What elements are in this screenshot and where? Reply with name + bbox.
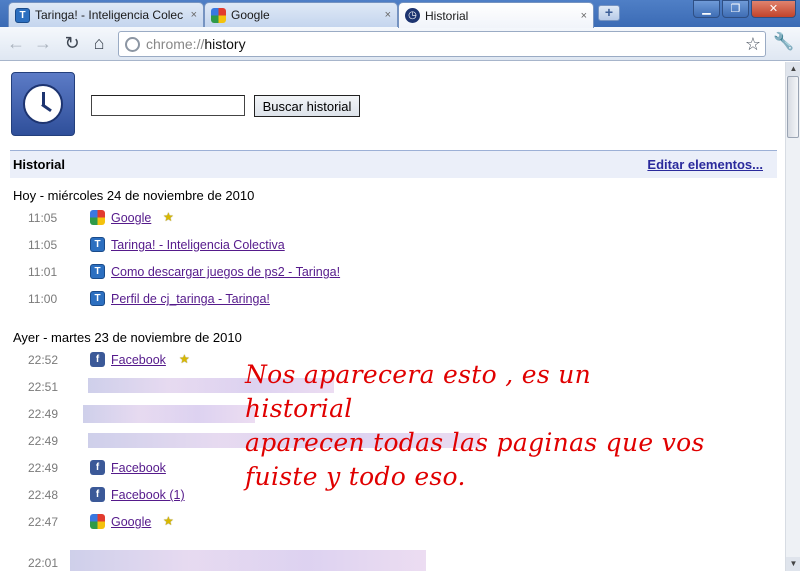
entry-time: 11:01 [28, 265, 58, 279]
minimize-button[interactable]: ▁ [693, 0, 720, 18]
home-icon[interactable]: ⌂ [89, 33, 109, 53]
close-window-button[interactable]: ✕ [751, 0, 796, 18]
clock-icon: ◷ [405, 8, 420, 23]
window-controls: ▁ ❐ ✕ [691, 0, 796, 18]
entry-time: 22:51 [28, 380, 59, 394]
starred-icon[interactable]: ★ [163, 514, 174, 528]
scroll-down-icon[interactable]: ▼ [786, 557, 800, 571]
history-section-header: Historial Editar elementos... [10, 150, 777, 178]
tab-label: Historial [425, 8, 469, 23]
tab-google[interactable]: Google × [204, 2, 398, 27]
bookmark-star-icon[interactable]: ☆ [745, 34, 761, 55]
title-bar: T Taringa! - Inteligencia Colec × Google… [0, 0, 800, 28]
search-history-input[interactable] [91, 95, 245, 116]
entry-link[interactable]: Google [111, 515, 151, 529]
entry-time: 11:05 [28, 238, 58, 252]
globe-icon [125, 36, 140, 52]
tab-close-icon[interactable]: × [581, 10, 587, 22]
entry-time: 22:49 [28, 434, 59, 448]
annotation-line: Nos aparecera esto , es un historial [245, 360, 591, 423]
entry-time: 11:00 [28, 292, 58, 306]
taringa-icon: T [15, 7, 30, 23]
browser-toolbar: ← → ↻ ⌂ chrome:// history ☆ 🔧 [0, 27, 800, 61]
entry-time: 11:05 [28, 211, 58, 225]
annotation-line: fuiste y todo eso. [245, 462, 466, 491]
scrollbar-thumb[interactable] [787, 76, 799, 138]
taringa-icon: T [90, 291, 105, 306]
url-host: history [204, 36, 246, 52]
url-scheme: chrome:// [146, 36, 205, 52]
annotation-line: aparecen todas las paginas que vos [245, 428, 705, 457]
taringa-icon: T [90, 237, 105, 252]
scroll-up-icon[interactable]: ▲ [786, 62, 800, 76]
tab-close-icon[interactable]: × [385, 9, 391, 21]
entry-time: 22:01 [28, 556, 59, 570]
entry-time: 22:48 [28, 488, 59, 502]
facebook-icon: f [90, 460, 105, 475]
address-bar[interactable]: chrome:// history ☆ [118, 31, 766, 57]
entry-link[interactable]: Facebook [111, 461, 166, 475]
search-history-button[interactable]: Buscar historial [254, 95, 360, 117]
facebook-icon: f [90, 487, 105, 502]
entry-time: 22:52 [28, 353, 59, 367]
starred-icon[interactable]: ★ [179, 352, 190, 366]
blurred-entry [70, 550, 426, 571]
tab-label: Google [231, 8, 270, 22]
entry-link[interactable]: Perfil de cj_taringa - Taringa! [111, 292, 270, 306]
tab-taringa[interactable]: T Taringa! - Inteligencia Colec × [8, 2, 204, 27]
google-icon [90, 514, 105, 529]
starred-icon[interactable]: ★ [163, 210, 174, 224]
facebook-icon: f [90, 352, 105, 367]
entry-time: 22:49 [28, 407, 59, 421]
handwritten-annotation: Nos aparecera esto , es un historial apa… [245, 358, 705, 494]
section-title: Historial [13, 157, 66, 172]
entry-link[interactable]: Como descargar juegos de ps2 - Taringa! [111, 265, 340, 279]
google-icon [90, 210, 105, 225]
google-icon [211, 7, 226, 23]
edit-items-link[interactable]: Editar elementos... [647, 157, 763, 172]
tab-historial[interactable]: ◷ Historial × [398, 2, 594, 28]
back-arrow-icon[interactable]: ← [6, 33, 26, 53]
taringa-icon: T [90, 264, 105, 279]
vertical-scrollbar[interactable]: ▲ ▼ [785, 62, 800, 571]
tab-close-icon[interactable]: × [191, 9, 197, 21]
entry-link[interactable]: Google [111, 211, 151, 225]
reload-icon[interactable]: ↻ [62, 33, 82, 53]
maximize-button[interactable]: ❐ [722, 0, 749, 18]
day-heading: Hoy - miércoles 24 de noviembre de 2010 [13, 188, 255, 203]
new-tab-button[interactable]: + [598, 5, 620, 21]
tab-label: Taringa! - Inteligencia Colec [35, 8, 184, 22]
entry-time: 22:47 [28, 515, 59, 529]
entry-link[interactable]: Facebook (1) [111, 488, 185, 502]
wrench-icon[interactable]: 🔧 [773, 32, 794, 52]
forward-arrow-icon[interactable]: → [33, 33, 53, 53]
entry-link[interactable]: Facebook [111, 353, 166, 367]
entry-link[interactable]: Taringa! - Inteligencia Colectiva [111, 238, 285, 252]
history-page: Buscar historial Historial Editar elemen… [0, 62, 785, 571]
entry-time: 22:49 [28, 461, 59, 475]
day-heading: Ayer - martes 23 de noviembre de 2010 [13, 330, 242, 345]
blurred-entry [83, 405, 255, 423]
history-clock-icon [11, 72, 75, 136]
